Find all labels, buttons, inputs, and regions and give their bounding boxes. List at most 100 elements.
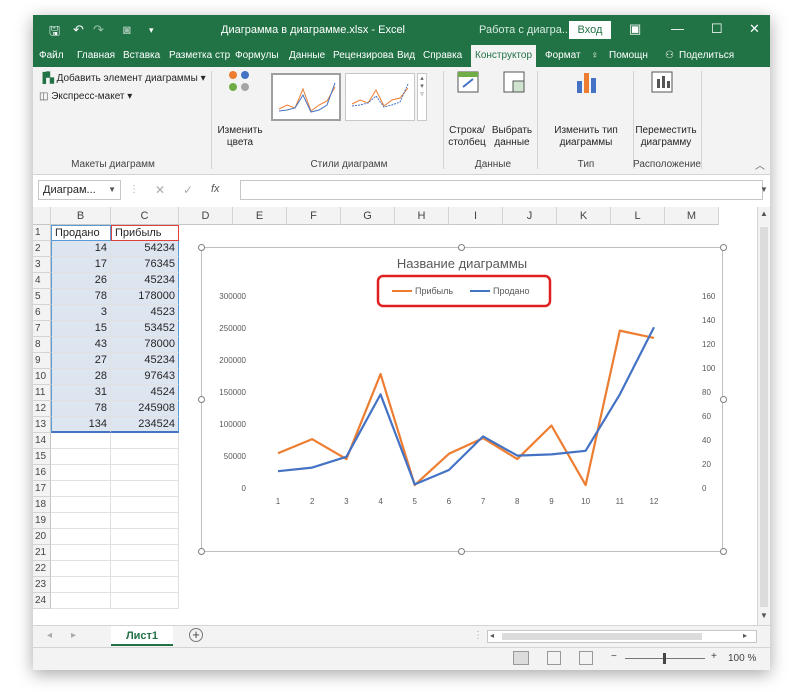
change-colors-label-2[interactable]: цвета bbox=[213, 137, 267, 148]
change-chart-type-label-2[interactable]: диаграммы bbox=[541, 137, 631, 148]
profit-cell[interactable]: 54234 bbox=[111, 241, 179, 257]
row-header[interactable]: 20 bbox=[33, 529, 51, 545]
enter-icon[interactable]: ✓ bbox=[183, 183, 193, 197]
profit-cell[interactable]: 45234 bbox=[111, 273, 179, 289]
column-header[interactable]: H bbox=[395, 207, 449, 225]
cancel-icon[interactable]: ✕ bbox=[155, 183, 165, 197]
sign-in-button[interactable]: Вход bbox=[569, 21, 611, 39]
column-header[interactable]: C bbox=[111, 207, 179, 225]
next-sheet-icon[interactable]: ▸ bbox=[71, 630, 76, 641]
tab-file[interactable]: Файл bbox=[35, 45, 68, 67]
prev-sheet-icon[interactable]: ◂ bbox=[47, 630, 52, 641]
profit-cell[interactable]: 4524 bbox=[111, 385, 179, 401]
profit-cell[interactable]: 53452 bbox=[111, 321, 179, 337]
column-header[interactable]: J bbox=[503, 207, 557, 225]
empty-cell[interactable] bbox=[51, 545, 111, 561]
collapse-ribbon-icon[interactable]: ︿ bbox=[755, 157, 765, 172]
horizontal-scroll-thumb[interactable] bbox=[502, 633, 702, 640]
empty-cell[interactable] bbox=[111, 433, 179, 449]
row-header[interactable]: 22 bbox=[33, 561, 51, 577]
row-header[interactable]: 7 bbox=[33, 321, 51, 337]
styles-scroll[interactable]: ▴ ▾ ▿ bbox=[417, 73, 427, 121]
column-header[interactable]: L bbox=[611, 207, 665, 225]
row-header[interactable]: 10 bbox=[33, 369, 51, 385]
tab-insert[interactable]: Вставка bbox=[119, 45, 164, 67]
normal-view-icon[interactable] bbox=[513, 651, 529, 665]
profit-cell[interactable]: 234524 bbox=[111, 417, 179, 433]
empty-cell[interactable] bbox=[111, 593, 179, 609]
profit-cell[interactable]: 78000 bbox=[111, 337, 179, 353]
resize-handle[interactable] bbox=[198, 244, 205, 251]
column-header[interactable]: G bbox=[341, 207, 395, 225]
empty-cell[interactable] bbox=[51, 561, 111, 577]
zoom-in-icon[interactable]: + bbox=[711, 651, 717, 662]
close-icon[interactable]: ✕ bbox=[749, 21, 760, 37]
ribbon-display-icon[interactable]: ▣ bbox=[629, 21, 641, 37]
select-all-corner[interactable] bbox=[33, 207, 51, 225]
add-chart-element-button[interactable]: ▐▚ Добавить элемент диаграммы ▾ bbox=[39, 73, 206, 84]
column-header[interactable]: M bbox=[665, 207, 719, 225]
empty-cell[interactable] bbox=[51, 433, 111, 449]
profit-cell[interactable]: 45234 bbox=[111, 353, 179, 369]
sold-cell[interactable]: 17 bbox=[51, 257, 111, 273]
tab-format[interactable]: Формат bbox=[541, 45, 585, 67]
scroll-up-icon[interactable]: ▲ bbox=[760, 209, 768, 218]
minimize-icon[interactable]: — bbox=[671, 21, 684, 36]
customize-qat-icon[interactable]: ▾ bbox=[149, 25, 154, 36]
column-header[interactable]: D bbox=[179, 207, 233, 225]
change-chart-type-label-1[interactable]: Изменить тип bbox=[541, 125, 631, 136]
move-chart-label-1[interactable]: Переместить bbox=[633, 125, 699, 136]
tabs-splitter-icon[interactable]: ⋮ bbox=[473, 630, 483, 641]
empty-cell[interactable] bbox=[111, 561, 179, 577]
row-header[interactable]: 4 bbox=[33, 273, 51, 289]
chart-style-2[interactable] bbox=[345, 73, 415, 121]
line-chart[interactable]: Название диаграммыПрибыль Продано05000010… bbox=[202, 248, 722, 551]
sold-cell[interactable]: 78 bbox=[51, 401, 111, 417]
page-break-view-icon[interactable] bbox=[579, 651, 593, 665]
insert-function-icon[interactable]: fx bbox=[211, 183, 220, 195]
empty-cell[interactable] bbox=[111, 497, 179, 513]
resize-handle[interactable] bbox=[458, 244, 465, 251]
sheet-tab-list1[interactable]: Лист1 bbox=[111, 626, 173, 646]
profit-cell[interactable]: 178000 bbox=[111, 289, 179, 305]
row-header[interactable]: 8 bbox=[33, 337, 51, 353]
profit-cell[interactable]: 245908 bbox=[111, 401, 179, 417]
expand-formula-icon[interactable]: ▼ bbox=[760, 185, 768, 194]
empty-cell[interactable] bbox=[51, 449, 111, 465]
table-header-cell[interactable]: Прибыль bbox=[111, 225, 179, 241]
quick-layout-button[interactable]: ◫ Экспресс-макет ▾ bbox=[39, 91, 132, 102]
move-chart-label-2[interactable]: диаграмму bbox=[633, 137, 699, 148]
resize-handle[interactable] bbox=[198, 548, 205, 555]
change-chart-type-icon[interactable] bbox=[573, 69, 599, 95]
resize-handle[interactable] bbox=[720, 244, 727, 251]
column-header[interactable]: B bbox=[51, 207, 111, 225]
vertical-scroll-thumb[interactable] bbox=[760, 227, 768, 607]
sold-cell[interactable]: 134 bbox=[51, 417, 111, 433]
column-header[interactable]: K bbox=[557, 207, 611, 225]
row-header[interactable]: 15 bbox=[33, 449, 51, 465]
zoom-slider-thumb[interactable] bbox=[663, 653, 666, 664]
row-header[interactable]: 17 bbox=[33, 481, 51, 497]
table-header-cell[interactable]: Продано bbox=[51, 225, 111, 241]
select-data-label-2[interactable]: данные bbox=[489, 137, 535, 148]
select-data-label-1[interactable]: Выбрать bbox=[489, 125, 535, 136]
profit-cell[interactable]: 4523 bbox=[111, 305, 179, 321]
worksheet-grid[interactable]: BCDEFGHIJKLM 1 2 3 4 5 6 7 8 9 10 11 12 13 14 15 16 17 18… bbox=[33, 207, 770, 625]
tab-view[interactable]: Вид bbox=[393, 45, 419, 67]
tab-page-layout[interactable]: Разметка стр bbox=[165, 45, 234, 67]
empty-cell[interactable] bbox=[51, 593, 111, 609]
sold-cell[interactable]: 28 bbox=[51, 369, 111, 385]
tab-home[interactable]: Главная bbox=[73, 45, 119, 67]
sold-cell[interactable]: 3 bbox=[51, 305, 111, 321]
sold-cell[interactable]: 43 bbox=[51, 337, 111, 353]
row-header[interactable]: 21 bbox=[33, 545, 51, 561]
add-sheet-button[interactable]: + bbox=[189, 628, 203, 642]
chart-object[interactable]: Название диаграммы Прибыль Продано 0 50000 10… bbox=[201, 247, 723, 552]
row-header[interactable]: 6 bbox=[33, 305, 51, 321]
switch-row-column-label-2[interactable]: столбец bbox=[445, 137, 489, 148]
empty-cell[interactable] bbox=[111, 481, 179, 497]
row-header[interactable]: 19 bbox=[33, 513, 51, 529]
sold-cell[interactable]: 14 bbox=[51, 241, 111, 257]
empty-cell[interactable] bbox=[51, 465, 111, 481]
empty-cell[interactable] bbox=[111, 545, 179, 561]
